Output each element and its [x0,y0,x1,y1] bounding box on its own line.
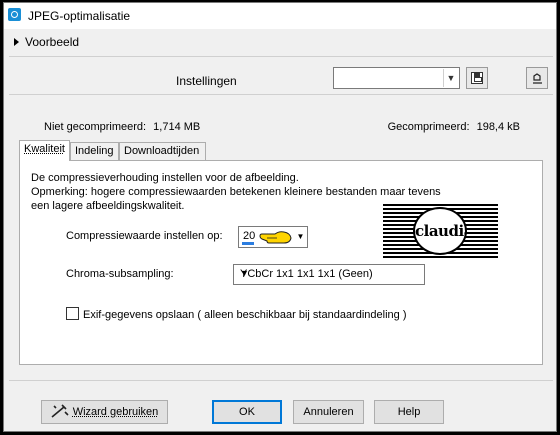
compression-slider-fill [242,242,254,245]
claudia-logo: claudia [383,204,498,258]
tab-indeling[interactable]: Indeling [70,142,119,160]
tab-label: Downloadtijden [124,145,200,157]
settings-label: Instellingen [176,74,237,88]
save-preset-button[interactable] [466,67,488,89]
ok-button[interactable]: OK [212,400,282,424]
quality-panel: De compressieverhouding instellen voor d… [19,160,543,365]
exif-checkbox[interactable] [66,307,79,320]
cancel-button[interactable]: Annuleren [293,400,364,424]
tab-label: Kwaliteit [24,143,65,155]
exif-label: Exif-gegevens opslaan ( alleen beschikba… [83,309,407,321]
expand-triangle-icon [14,38,19,46]
cancel-label: Annuleren [303,406,354,418]
preview-label: Voorbeeld [25,35,80,49]
chevron-down-icon[interactable]: ▼ [240,268,418,278]
description-text: De compressieverhouding instellen voor d… [31,172,299,184]
pointing-hand-icon [259,231,292,244]
chevron-down-icon[interactable]: ▼ [443,69,458,87]
window-title: JPEG-optimalisatie [28,9,131,23]
logo-circle: claudia [413,207,467,255]
chroma-label: Chroma-subsampling: [66,268,174,280]
preview-toggle[interactable]: Voorbeeld [14,35,79,49]
wizard-button[interactable]: Wizard gebruiken [41,400,168,424]
compressed-label: Gecomprimeerd: [387,121,470,133]
uncompressed-value: 1,714 MB [153,121,201,133]
uncompressed-size: Niet gecomprimeerd: 1,714 MB [44,121,200,133]
title-bar: JPEG-optimalisatie [4,3,556,29]
reset-preset-button[interactable] [526,67,548,89]
chroma-subsampling-dropdown[interactable]: YCbCr 1x1 1x1 1x1 (Geen) ▼ [233,264,425,285]
reset-arrow-icon [533,73,542,84]
compression-value: 20 [243,230,256,242]
logo-text: claudia [415,222,465,240]
wizard-label: Wizard gebruiken [72,406,159,418]
divider [9,94,553,95]
tab-label: Indeling [75,145,114,157]
compressed-size: Gecomprimeerd: 198,4 kB [388,121,520,133]
jpeg-optimizer-dialog: JPEG-optimalisatie Voorbeeld Instellinge… [3,2,557,432]
chevron-down-icon[interactable]: ▼ [295,228,306,246]
floppy-disk-icon [471,72,483,84]
camera-app-icon [8,8,21,21]
compression-label: Compressiewaarde instellen op: [66,230,223,242]
help-label: Help [397,406,421,418]
wizard-icon [51,404,69,418]
compression-value-input[interactable]: 20 ▼ [238,226,308,248]
tab-kwaliteit[interactable]: Kwaliteit [19,140,70,161]
divider [9,380,553,381]
uncompressed-label: Niet gecomprimeerd: [44,121,147,133]
divider [9,56,553,57]
tab-downloadtijden[interactable]: Downloadtijden [119,142,206,160]
compressed-value: 198,4 kB [476,121,520,133]
ok-label: OK [239,406,255,418]
exif-option[interactable]: Exif-gegevens opslaan ( alleen beschikba… [66,307,406,321]
preset-dropdown[interactable]: ▼ [333,67,460,89]
help-button[interactable]: Help [374,400,444,424]
